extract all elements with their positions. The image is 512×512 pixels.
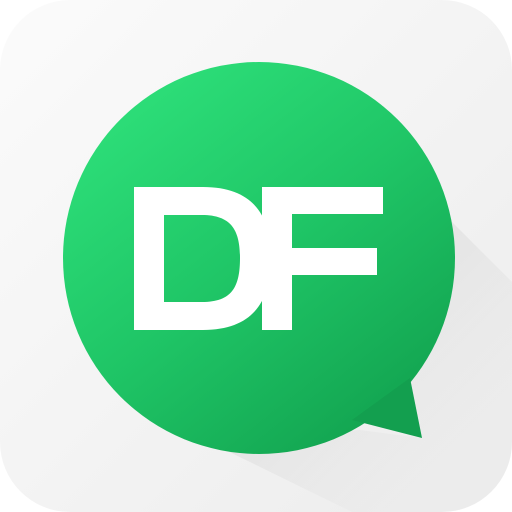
app-icon[interactable]: DF [0,0,512,512]
df-chat-logo-graphic: DF [0,0,512,512]
logo-text: DF [131,159,384,371]
